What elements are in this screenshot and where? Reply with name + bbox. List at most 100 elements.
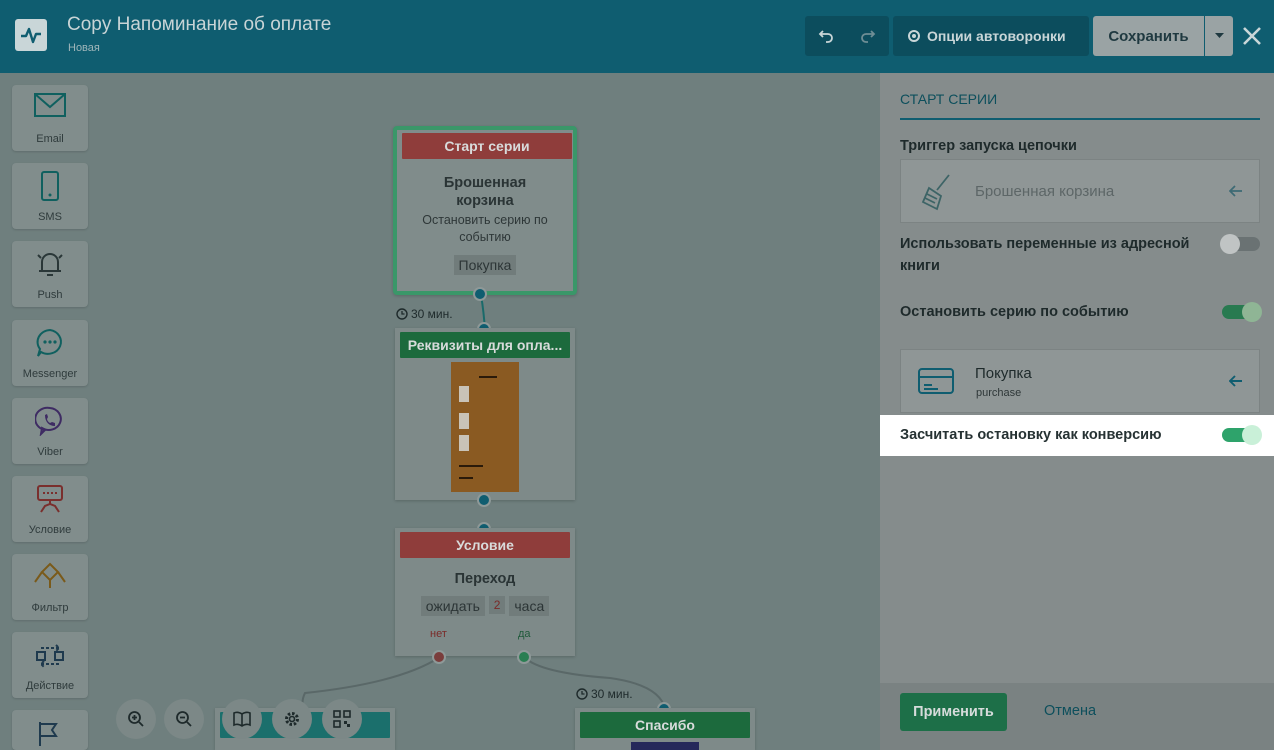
trigger-selector[interactable]: Брошенная корзина (900, 159, 1260, 223)
action-icon (36, 644, 64, 668)
flag-icon (39, 722, 58, 746)
conversion-label: Засчитать остановку как конверсию (900, 427, 1162, 443)
tool-condition[interactable]: Условие (12, 476, 88, 542)
trigger-name: Брошенная корзина (975, 183, 1115, 200)
tool-email-label: Email (36, 133, 64, 145)
tool-viber-label: Viber (37, 446, 63, 458)
tool-filter-label: Фильтр (31, 602, 69, 614)
tool-messenger-label: Messenger (22, 368, 78, 380)
condition-node-title: Переход (454, 571, 516, 587)
tool-condition-label: Условие (28, 524, 72, 536)
conversion-row: Засчитать остановку как конверсию (880, 415, 1274, 456)
condition-node[interactable]: Условие Переход ожидать 2 часа нет да (395, 528, 575, 656)
panel-divider (900, 118, 1260, 120)
qr-code-icon (333, 710, 351, 728)
start-node-event-chip: Покупка (453, 255, 517, 275)
stop-event-selector[interactable]: Покупка purchase (900, 349, 1260, 413)
funnel-status: Новая (68, 42, 100, 54)
thanks-template-preview (631, 742, 699, 750)
tool-goal[interactable] (12, 710, 88, 750)
panel-heading: СТАРТ СЕРИИ (900, 91, 998, 107)
start-node-header: Старт серии (402, 133, 572, 159)
stop-event-name: Покупка (975, 365, 1032, 382)
start-series-node[interactable]: Старт серии Брошенная корзина Остановить… (393, 126, 577, 295)
apply-button[interactable]: Применить (900, 693, 1007, 731)
funnel-options-button[interactable]: Опции автоворонки (893, 16, 1089, 56)
arrow-left-icon[interactable] (1229, 185, 1243, 197)
zoom-in-icon (128, 711, 144, 727)
branch-yes-label: да (518, 628, 531, 640)
delay-timer-1[interactable]: 30 мин. (396, 307, 453, 321)
block-toolbox: Email SMS Push Messenger Viber Условие Ф… (0, 73, 100, 750)
gear-icon (908, 30, 920, 42)
branch-yes-port[interactable] (517, 650, 531, 664)
funnel-title[interactable]: Copy Напоминание об оплате (67, 14, 331, 36)
zoom-out-button[interactable] (164, 699, 204, 739)
thanks-node[interactable]: Спасибо (575, 708, 755, 750)
tool-push[interactable]: Push (12, 241, 88, 307)
branch-no-label: нет (430, 628, 447, 640)
start-node-title: Брошенная корзина (443, 175, 527, 209)
clock-icon (396, 308, 408, 320)
funnel-options-label: Опции автоворонки (927, 28, 1066, 44)
arrow-left-icon[interactable] (1229, 375, 1243, 387)
delay-timer-2-label: 30 мин. (591, 687, 633, 701)
use-vars-toggle[interactable] (1220, 234, 1260, 254)
redo-icon (861, 30, 876, 43)
delay-timer-1-label: 30 мин. (411, 307, 453, 321)
undo-button[interactable] (805, 16, 847, 56)
pulse-icon (21, 27, 41, 44)
wait-unit: часа (509, 596, 550, 616)
canvas-settings-button[interactable] (272, 699, 312, 739)
start-node-output-port[interactable] (473, 287, 487, 301)
use-vars-label: Использовать переменные из адресной книг… (900, 236, 1190, 274)
close-button[interactable] (1240, 22, 1264, 50)
credit-card-icon (918, 368, 954, 394)
bell-icon (37, 253, 63, 276)
cancel-button[interactable]: Отмена (1044, 703, 1096, 719)
start-node-stop-text: Остановить серию по событию (422, 213, 548, 244)
stop-on-event-toggle[interactable] (1222, 302, 1262, 322)
email-node-output-port[interactable] (477, 493, 491, 507)
gear-icon (285, 712, 299, 726)
condition-node-header: Условие (400, 532, 570, 558)
trigger-label: Триггер запуска цепочки (900, 138, 1077, 154)
conversion-toggle[interactable] (1222, 425, 1262, 445)
book-icon (233, 711, 251, 727)
workflow-canvas[interactable]: Старт серии Брошенная корзина Остановить… (100, 73, 880, 750)
qr-code-button[interactable] (322, 699, 362, 739)
redo-button[interactable] (847, 16, 889, 56)
clock-icon (576, 688, 588, 700)
phone-icon (41, 171, 59, 201)
tool-sms[interactable]: SMS (12, 163, 88, 229)
stop-event-code: purchase (976, 387, 1022, 399)
tool-action[interactable]: Действие (12, 632, 88, 698)
stop-on-event-label: Остановить серию по событию (900, 304, 1129, 320)
chat-icon (36, 328, 62, 357)
tool-email[interactable]: Email (12, 85, 88, 151)
delay-timer-2[interactable]: 30 мин. (576, 687, 633, 701)
tool-filter[interactable]: Фильтр (12, 554, 88, 620)
chevron-down-icon (1214, 33, 1224, 38)
tool-push-label: Push (37, 289, 63, 301)
save-dropdown-button[interactable] (1205, 16, 1233, 56)
tool-viber[interactable]: Viber (12, 398, 88, 464)
settings-panel: СТАРТ СЕРИИ Триггер запуска цепочки Брош… (880, 73, 1274, 750)
app-logo[interactable] (15, 19, 47, 51)
branch-no-port[interactable] (432, 650, 446, 664)
tool-sms-label: SMS (38, 211, 62, 223)
thanks-node-header: Спасибо (580, 712, 750, 738)
wait-value: 2 (488, 596, 506, 614)
condition-icon (37, 485, 63, 513)
zoom-out-icon (176, 711, 192, 727)
viber-icon (35, 406, 62, 436)
save-button[interactable]: Сохранить (1093, 16, 1204, 56)
help-guide-button[interactable] (222, 699, 262, 739)
tool-messenger[interactable]: Messenger (12, 320, 88, 386)
filter-icon (34, 562, 66, 588)
wait-label: ожидать (420, 596, 485, 616)
email-node-header: Реквизиты для опла... (400, 332, 570, 358)
close-icon (1243, 27, 1261, 45)
email-node[interactable]: Реквизиты для опла... (395, 328, 575, 500)
zoom-in-button[interactable] (116, 699, 156, 739)
